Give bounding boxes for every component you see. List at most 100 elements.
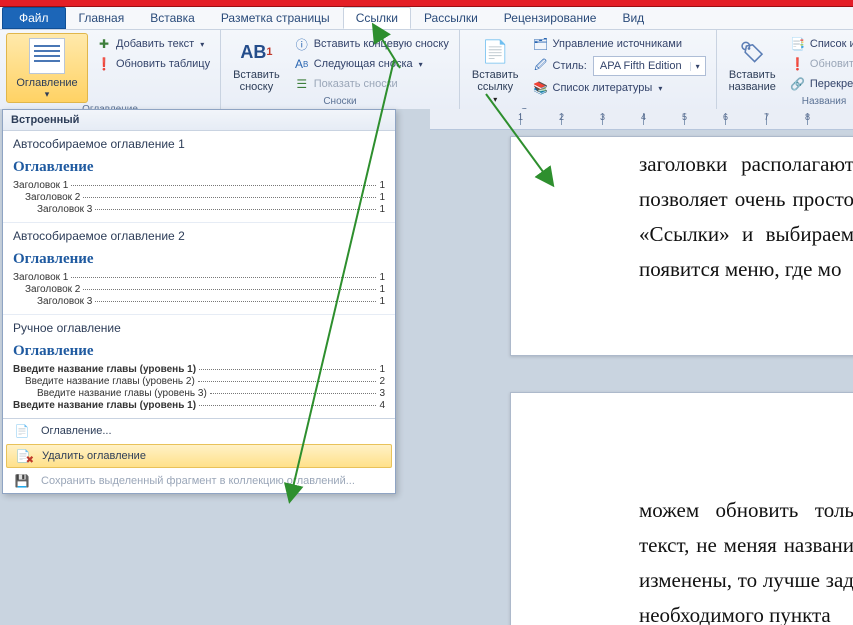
tab-insert[interactable]: Вставка	[137, 7, 208, 29]
menu-remove-toc[interactable]: 📄✖ Удалить оглавление	[6, 444, 392, 468]
refresh-icon: ❗	[96, 56, 112, 72]
insert-footnote-label: Вставить сноску	[233, 69, 280, 93]
insert-footnote-button[interactable]: AB1 Вставить сноску	[227, 33, 286, 95]
toc-line: Заголовок 11	[13, 272, 385, 283]
toc-line: Введите название главы (уровень 3)3	[37, 388, 385, 399]
ribbon: Оглавление ▾ ✚ Добавить текст ▾ ❗ Обнови…	[0, 30, 853, 111]
caption-icon: 🏷	[737, 37, 767, 67]
toc-line: Заголовок 31	[37, 296, 385, 307]
toc-button-label: Оглавление	[16, 77, 77, 89]
toc-line: Заголовок 21	[25, 284, 385, 295]
illustrations-icon: 📑	[790, 36, 806, 52]
toc-line: Введите название главы (уровень 1)1	[13, 364, 385, 375]
toc-template-auto2[interactable]: Автособираемое оглавление 2 Оглавление З…	[3, 223, 395, 315]
toc-line: Введите название главы (уровень 1)4	[13, 400, 385, 411]
insert-endnote-label: Вставить концевую сноску	[314, 38, 449, 50]
manage-sources-button[interactable]: 🗂 Управление источниками	[529, 35, 710, 53]
tab-view[interactable]: Вид	[609, 7, 657, 29]
tab-references[interactable]: Ссылки	[343, 7, 411, 29]
document-page[interactable]: можем обновить толь текст, не меняя назв…	[510, 392, 853, 625]
next-footnote-icon: AB	[294, 56, 310, 72]
menu-remove-toc-label: Удалить оглавление	[42, 450, 146, 462]
tab-review[interactable]: Рецензирование	[491, 7, 610, 29]
template-heading: Оглавление	[13, 249, 385, 268]
ruler-tick	[520, 113, 561, 125]
show-footnotes-icon: ☰	[294, 76, 310, 92]
template-heading: Оглавление	[13, 341, 385, 360]
chevron-down-icon: ▾	[419, 60, 423, 69]
toc-template-manual[interactable]: Ручное оглавление Оглавление Введите наз…	[3, 315, 395, 418]
update-captions-button[interactable]: ❗ Обновить таблицу	[786, 55, 853, 73]
template-title: Ручное оглавление	[13, 321, 385, 335]
chevron-down-icon: ▾	[658, 84, 662, 93]
document-text: заголовки располагают позволяет очень пр…	[639, 147, 853, 287]
endnote-icon: ⓘ	[294, 36, 310, 52]
chevron-down-icon: ▾	[493, 95, 497, 104]
chevron-down-icon: ▾	[200, 40, 204, 49]
illustrations-list-button[interactable]: 📑 Список иллюстраций	[786, 35, 853, 53]
update-captions-label: Обновить таблицу	[810, 58, 853, 70]
template-title: Автособираемое оглавление 1	[13, 137, 385, 151]
ruler-tick	[725, 113, 766, 125]
bibliography-label: Список литературы	[553, 82, 653, 94]
plus-icon: ✚	[96, 36, 112, 52]
add-text-button[interactable]: ✚ Добавить текст ▾	[92, 35, 214, 53]
toc-line: Заголовок 31	[37, 204, 385, 215]
style-combo[interactable]: APA Fifth Edition ▾	[593, 56, 706, 76]
group-footnotes: AB1 Вставить сноску ⓘ Вставить концевую …	[221, 30, 460, 110]
group-toc: Оглавление ▾ ✚ Добавить текст ▾ ❗ Обнови…	[0, 30, 221, 110]
toc-gallery-panel: Встроенный Автособираемое оглавление 1 О…	[2, 109, 396, 494]
update-table-label: Обновить таблицу	[116, 58, 210, 70]
crossref-button[interactable]: 🔗 Перекрестная ссылка	[786, 75, 853, 93]
style-combo-value: APA Fifth Edition	[594, 60, 688, 72]
insert-caption-button[interactable]: 🏷 Вставить название	[723, 33, 782, 95]
insert-endnote-button[interactable]: ⓘ Вставить концевую сноску	[290, 35, 453, 53]
toc-button[interactable]: Оглавление ▾	[6, 33, 88, 103]
manage-sources-label: Управление источниками	[553, 38, 682, 50]
update-table-button[interactable]: ❗ Обновить таблицу	[92, 55, 214, 73]
show-footnotes-button[interactable]: ☰ Показать сноски	[290, 75, 453, 93]
next-footnote-label: Следующая сноска	[314, 58, 413, 70]
gallery-section-header: Встроенный	[3, 110, 395, 131]
group-captions: 🏷 Вставить название 📑 Список иллюстраций…	[717, 30, 853, 110]
refresh-icon: ❗	[790, 56, 806, 72]
citation-style-row: 🖉 Стиль: APA Fifth Edition ▾	[529, 55, 710, 77]
toc-icon	[29, 38, 65, 74]
menu-save-selection: 💾 Сохранить выделенный фрагмент в коллек…	[3, 469, 395, 493]
document-page[interactable]: заголовки располагают позволяет очень пр…	[510, 136, 853, 356]
tab-layout[interactable]: Разметка страницы	[208, 7, 343, 29]
toc-line: Заголовок 11	[13, 180, 385, 191]
toc-template-auto1[interactable]: Автособираемое оглавление 1 Оглавление З…	[3, 131, 395, 223]
menu-save-selection-label: Сохранить выделенный фрагмент в коллекци…	[41, 475, 355, 487]
ruler-tick	[643, 113, 684, 125]
ruler-tick	[766, 113, 807, 125]
toc-icon: 📄	[13, 423, 31, 439]
tab-file[interactable]: Файл	[2, 7, 66, 29]
toc-line: Заголовок 21	[25, 192, 385, 203]
style-label: Стиль:	[553, 60, 587, 72]
document-text: можем обновить толь текст, не меняя назв…	[639, 493, 853, 625]
menu-toc-dialog-label: Оглавление...	[41, 425, 112, 437]
citation-icon: 📄	[480, 37, 510, 67]
ruler-tick	[684, 113, 725, 125]
menu-toc-dialog[interactable]: 📄 Оглавление...	[3, 419, 395, 443]
style-icon: 🖉	[533, 58, 549, 74]
ruler-tick	[561, 113, 602, 125]
ruler-tick	[807, 113, 848, 125]
chevron-down-icon: ▾	[45, 89, 50, 100]
next-footnote-button[interactable]: AB Следующая сноска ▾	[290, 55, 453, 73]
tab-home[interactable]: Главная	[66, 7, 138, 29]
add-text-label: Добавить текст	[116, 38, 194, 50]
tab-mailings[interactable]: Рассылки	[411, 7, 491, 29]
save-selection-icon: 💾	[13, 473, 31, 489]
ruler-tick	[602, 113, 643, 125]
manage-sources-icon: 🗂	[533, 36, 549, 52]
insert-citation-button[interactable]: 📄 Вставить ссылку ▾	[466, 33, 525, 106]
group-footnotes-label: Сноски	[227, 95, 453, 109]
ruler[interactable]	[430, 109, 853, 130]
template-heading: Оглавление	[13, 157, 385, 176]
bibliography-icon: 📚	[533, 80, 549, 96]
ribbon-tabs: Файл Главная Вставка Разметка страницы С…	[0, 7, 853, 30]
group-captions-label: Названия	[723, 95, 853, 109]
bibliography-button[interactable]: 📚 Список литературы ▾	[529, 79, 710, 97]
